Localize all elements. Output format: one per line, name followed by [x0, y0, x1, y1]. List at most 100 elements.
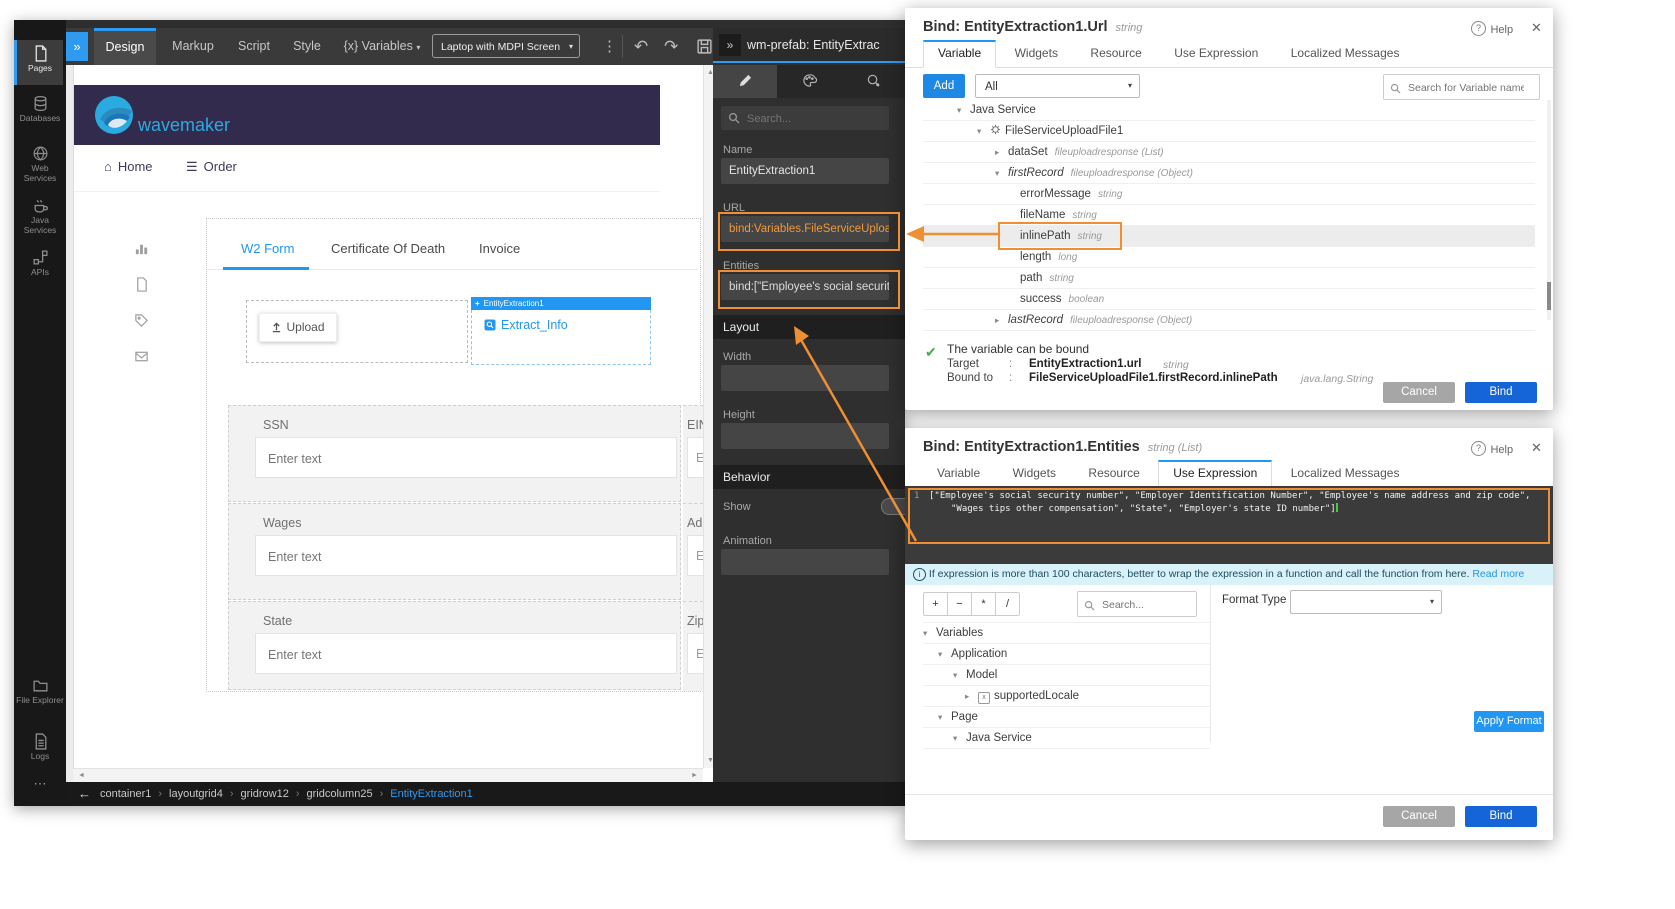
breadcrumb-item[interactable]: gridcolumn25	[307, 788, 373, 800]
expand-panel-button[interactable]: »	[66, 32, 88, 61]
tree-row-errormessage[interactable]: errorMessagestring	[923, 184, 1535, 205]
entities-field[interactable]: bind:["Employee's social security n	[721, 274, 889, 300]
breadcrumb-item[interactable]: gridrow12	[241, 788, 289, 800]
tab-widgets[interactable]: Widgets	[999, 460, 1070, 487]
address-input[interactable]: En	[687, 535, 703, 576]
tree-row-fileserviceuploadfile1[interactable]: ▾FileServiceUploadFile1	[923, 121, 1535, 142]
tree-row-application[interactable]: ▾Application	[923, 644, 1210, 665]
state-input[interactable]	[256, 634, 690, 675]
height-field[interactable]	[721, 423, 889, 449]
properties-tab-security[interactable]	[841, 65, 905, 98]
cancel-button[interactable]: Cancel	[1383, 382, 1455, 403]
canvas-tab-invoice[interactable]: Invoice	[479, 241, 520, 256]
expression-text[interactable]: ["Employee's social security number", "E…	[929, 491, 1555, 515]
breadcrumb-item-current[interactable]: EntityExtraction1	[390, 788, 473, 800]
wages-input[interactable]	[256, 536, 690, 577]
tab-widgets[interactable]: Widgets	[1001, 40, 1072, 67]
tree-row-lastrecord[interactable]: ▸lastRecordfileuploadresponse (Object)	[923, 310, 1535, 331]
close-button[interactable]: ✕	[1531, 440, 1542, 456]
tab-design[interactable]: Design	[94, 28, 156, 65]
tree-scrollbar[interactable]	[1547, 100, 1551, 320]
tab-markup[interactable]: Markup	[164, 28, 222, 65]
tab-script[interactable]: Script	[229, 28, 279, 65]
canvas-tab-w2form[interactable]: W2 Form	[241, 241, 294, 256]
tree-row-java-service[interactable]: ▾Java Service	[923, 100, 1535, 121]
expression-search-input[interactable]	[1100, 592, 1193, 618]
scroll-left-icon[interactable]: ◄	[75, 772, 88, 779]
tree-row-page[interactable]: ▾Page	[923, 707, 1210, 728]
tab-variable[interactable]: Variable	[923, 40, 996, 68]
save-button[interactable]	[696, 38, 713, 60]
help-button[interactable]: ? Help	[1471, 20, 1513, 38]
upload-button[interactable]: Upload	[259, 313, 337, 342]
close-button[interactable]: ✕	[1531, 20, 1542, 36]
breadcrumb-item[interactable]: container1	[100, 788, 151, 800]
ssn-input[interactable]	[256, 438, 690, 479]
nav-item-order[interactable]: ☰Order	[186, 159, 237, 175]
tree-scrollbar-thumb[interactable]	[1547, 282, 1551, 310]
tab-variable[interactable]: Variable	[923, 460, 994, 487]
tree-row-length[interactable]: lengthlong	[923, 247, 1535, 268]
format-type-select[interactable]: ▾	[1290, 590, 1442, 614]
add-variable-button[interactable]: Add	[923, 74, 965, 98]
minus-operator-button[interactable]: −	[948, 592, 972, 616]
properties-search-input[interactable]	[745, 106, 887, 132]
tree-row-java-service[interactable]: ▾Java Service	[923, 728, 1210, 749]
behavior-section-header[interactable]: Behavior	[713, 465, 905, 489]
tree-row-variables[interactable]: ▾Variables	[923, 623, 1210, 644]
properties-tab-edit[interactable]	[713, 65, 777, 98]
plus-operator-button[interactable]: +	[923, 592, 948, 616]
sidebar-item-apis[interactable]: APIs	[14, 244, 66, 286]
expression-editor[interactable]: 1 ["Employee's social security number", …	[905, 486, 1553, 564]
name-field[interactable]: EntityExtraction1	[721, 158, 889, 184]
cancel-button[interactable]: Cancel	[1383, 806, 1455, 827]
multiply-operator-button[interactable]: *	[972, 592, 996, 616]
sidebar-item-java-services[interactable]: Java Services	[14, 192, 66, 240]
tree-row-firstrecord[interactable]: ▾firstRecordfileuploadresponse (Object)	[923, 163, 1535, 184]
sidebar-more-button[interactable]: ⋯	[14, 772, 66, 792]
sidebar-item-web-services[interactable]: Web Services	[14, 140, 66, 188]
layout-section-header[interactable]: Layout	[713, 315, 905, 339]
bind-button[interactable]: Bind	[1465, 382, 1537, 403]
ein-input[interactable]: En	[687, 437, 703, 478]
sidebar-item-pages[interactable]: Pages	[14, 40, 63, 85]
tree-row-supportedlocale[interactable]: ▸xsupportedLocale	[923, 686, 1210, 707]
show-toggle[interactable]	[881, 498, 905, 515]
device-selector[interactable]: Laptop with MDPI Screen ▾	[432, 34, 580, 58]
canvas-horizontal-scrollbar[interactable]: ◄ ►	[73, 768, 703, 782]
tab-use-expression[interactable]: Use Expression	[1160, 40, 1272, 67]
page-header-purple[interactable]: wavemaker	[74, 85, 660, 145]
zip-input[interactable]: En	[687, 633, 703, 674]
read-more-link[interactable]: Read more	[1472, 568, 1524, 580]
sidebar-item-file-explorer[interactable]: File Explorer	[14, 672, 66, 720]
variable-filter-select[interactable]: All▾	[975, 74, 1140, 98]
canvas-tab-certificate[interactable]: Certificate Of Death	[331, 241, 445, 256]
tab-resource[interactable]: Resource	[1074, 460, 1153, 487]
scroll-right-icon[interactable]: ►	[688, 772, 701, 779]
nav-item-home[interactable]: ⌂Home	[104, 159, 153, 174]
sidebar-item-databases[interactable]: Databases	[14, 90, 66, 135]
properties-tab-style[interactable]	[777, 65, 841, 98]
url-field[interactable]: bind:Variables.FileServiceUploadF	[721, 216, 889, 242]
help-button[interactable]: ? Help	[1471, 440, 1513, 458]
tree-row-success[interactable]: successboolean	[923, 289, 1535, 310]
sidebar-item-logs[interactable]: Logs	[14, 728, 66, 770]
widget-selection-header[interactable]: +EntityExtraction1	[471, 297, 651, 310]
tab-localized-messages[interactable]: Localized Messages	[1277, 40, 1414, 67]
redo-button[interactable]: ↷	[664, 28, 678, 65]
extract-info-link[interactable]: Extract_Info	[484, 318, 568, 334]
variable-search-input[interactable]	[1406, 75, 1526, 101]
back-arrow-icon[interactable]: ←	[78, 782, 91, 806]
tree-row-filename[interactable]: fileNamestring	[923, 205, 1535, 226]
more-options-button[interactable]: ⋮	[602, 28, 617, 65]
tab-resource[interactable]: Resource	[1076, 40, 1155, 67]
tree-row-inlinepath[interactable]: inlinePathstring	[923, 226, 1535, 247]
undo-button[interactable]: ↶	[634, 28, 648, 65]
animation-field[interactable]	[721, 549, 889, 575]
tab-style[interactable]: Style	[284, 28, 330, 65]
collapse-panel-button[interactable]: »	[719, 34, 741, 56]
tree-row-dataset[interactable]: ▸dataSetfileuploadresponse (List)	[923, 142, 1535, 163]
tab-use-expression[interactable]: Use Expression	[1158, 460, 1272, 488]
variables-menu[interactable]: {x} Variables ▾	[338, 28, 426, 65]
tree-row-model[interactable]: ▾Model	[923, 665, 1210, 686]
